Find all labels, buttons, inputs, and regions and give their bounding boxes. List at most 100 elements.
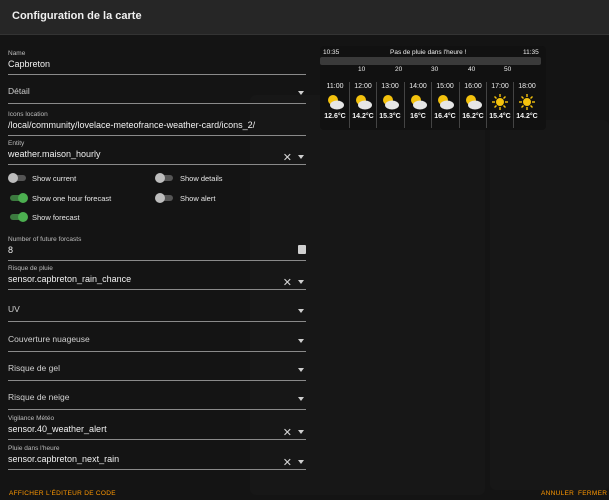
entity-value[interactable]: weather.maison_hourly bbox=[8, 149, 306, 160]
vigilance-field[interactable]: Vigilance Météo sensor.40_weather_alert … bbox=[8, 415, 306, 440]
chevron-down-icon[interactable] bbox=[298, 430, 304, 434]
vigilance-underline bbox=[8, 439, 306, 440]
name-field[interactable]: Name Capbreton bbox=[8, 50, 306, 75]
vigilance-label: Vigilance Météo bbox=[8, 415, 55, 422]
vigilance-value[interactable]: sensor.40_weather_alert bbox=[8, 424, 306, 435]
show-current-toggle[interactable] bbox=[8, 173, 28, 183]
minute-tick: 20 bbox=[395, 66, 403, 73]
forecast-time: 11:00 bbox=[326, 83, 344, 90]
frost-risk-placeholder: Risque de gel bbox=[8, 363, 60, 373]
card-config-dialog: Configuration de la carte Name Capbreton… bbox=[0, 0, 609, 500]
icons-location-label: Icons location bbox=[8, 111, 48, 118]
clear-icon[interactable]: ✕ bbox=[283, 458, 292, 469]
show-forecast-toggle[interactable] bbox=[8, 212, 28, 222]
sun-cloud-icon bbox=[350, 93, 376, 111]
forecast-time: 16:00 bbox=[464, 83, 482, 90]
clear-icon[interactable]: ✕ bbox=[283, 153, 292, 164]
show-details-label: Show details bbox=[180, 174, 223, 183]
rain-hour-value[interactable]: sensor.capbreton_next_rain bbox=[8, 454, 306, 465]
sun-cloud-icon bbox=[432, 93, 458, 111]
icons-location-field[interactable]: Icons location /local/community/lovelace… bbox=[8, 111, 306, 136]
forecast-item: 14:00 16°C bbox=[405, 83, 431, 120]
snow-risk-underline bbox=[8, 409, 306, 410]
forecast-item: 13:00 15.3°C bbox=[377, 83, 403, 120]
chevron-down-icon[interactable] bbox=[298, 155, 304, 159]
forecast-temp: 14.2°C bbox=[516, 113, 538, 120]
forecast-temp: 16°C bbox=[410, 113, 426, 120]
rain-risk-field[interactable]: Risque de pluie sensor.capbreton_rain_ch… bbox=[8, 265, 306, 290]
forecast-item: 17:00 15.4°C bbox=[487, 83, 513, 120]
minute-tick: 50 bbox=[504, 66, 512, 73]
frost-risk-select[interactable]: Risque de gel bbox=[8, 363, 306, 381]
forecast-time: 14:00 bbox=[409, 83, 427, 90]
rain-risk-value[interactable]: sensor.capbreton_rain_chance bbox=[8, 274, 306, 285]
close-button[interactable]: FERMER bbox=[578, 490, 607, 497]
uv-select[interactable]: UV bbox=[8, 304, 306, 322]
detail-placeholder: Détail bbox=[8, 86, 30, 96]
icons-location-value[interactable]: /local/community/lovelace-meteofrance-we… bbox=[8, 120, 306, 131]
cancel-button[interactable]: ANNULER bbox=[541, 490, 574, 497]
chevron-down-icon[interactable] bbox=[298, 397, 304, 401]
rain-hour-underline bbox=[8, 469, 306, 470]
sun-cloud-icon bbox=[460, 93, 486, 111]
entity-label: Entity bbox=[8, 140, 25, 147]
show-code-editor-button[interactable]: AFFICHER L'ÉDITEUR DE CODE bbox=[9, 490, 116, 497]
chevron-down-icon[interactable] bbox=[298, 368, 304, 372]
rain-start-time: 10:35 bbox=[323, 49, 340, 56]
forecast-temp: 15.4°C bbox=[489, 113, 511, 120]
minute-tick: 30 bbox=[431, 66, 439, 73]
detail-select[interactable]: Détail bbox=[8, 86, 306, 104]
name-value[interactable]: Capbreton bbox=[8, 59, 306, 70]
minute-tick: 10 bbox=[358, 66, 366, 73]
future-forecasts-label: Number of future forcasts bbox=[8, 236, 82, 243]
show-forecast-label: Show forecast bbox=[32, 213, 80, 222]
future-forecasts-underline bbox=[8, 260, 306, 261]
forecast-temp: 12.6°C bbox=[324, 113, 346, 120]
sun-cloud-icon bbox=[322, 93, 348, 111]
frost-risk-underline bbox=[8, 380, 306, 381]
future-forecasts-value[interactable]: 8 bbox=[8, 245, 306, 256]
show-details-toggle[interactable] bbox=[155, 173, 175, 183]
sun-icon bbox=[514, 93, 540, 111]
cloud-cover-select[interactable]: Couverture nuageuse bbox=[8, 334, 306, 352]
forecast-time: 12:00 bbox=[354, 83, 372, 90]
chevron-down-icon[interactable] bbox=[298, 309, 304, 313]
entity-field[interactable]: Entity weather.maison_hourly ✕ bbox=[8, 140, 306, 165]
forecast-temp: 14.2°C bbox=[352, 113, 374, 120]
rain-hour-field[interactable]: Pluie dans l'heure sensor.capbreton_next… bbox=[8, 445, 306, 470]
chevron-down-icon[interactable] bbox=[298, 91, 304, 95]
show-alert-label: Show alert bbox=[180, 194, 216, 203]
chevron-down-icon[interactable] bbox=[298, 339, 304, 343]
rain-hour-label: Pluie dans l'heure bbox=[8, 445, 60, 452]
icons-location-underline bbox=[8, 135, 306, 136]
show-one-hour-forecast-toggle[interactable] bbox=[8, 193, 28, 203]
rain-risk-label: Risque de pluie bbox=[8, 265, 53, 272]
forecast-item: 11:00 12.6°C bbox=[322, 83, 348, 120]
cloud-cover-underline bbox=[8, 351, 306, 352]
dialog-title: Configuration de la carte bbox=[12, 10, 142, 22]
rain-bar bbox=[320, 57, 541, 65]
dialog-footer: AFFICHER L'ÉDITEUR DE CODE ANNULER FERME… bbox=[0, 486, 609, 500]
entity-underline bbox=[8, 164, 306, 165]
chevron-down-icon[interactable] bbox=[298, 460, 304, 464]
forecast-time: 17:00 bbox=[491, 83, 509, 90]
clear-icon[interactable]: ✕ bbox=[283, 278, 292, 289]
chevron-down-icon[interactable] bbox=[298, 280, 304, 284]
clear-icon[interactable]: ✕ bbox=[283, 428, 292, 439]
sun-icon bbox=[487, 93, 513, 111]
cloud-cover-placeholder: Couverture nuageuse bbox=[8, 334, 90, 344]
forecast-item: 16:00 16.2°C bbox=[460, 83, 486, 120]
snow-risk-select[interactable]: Risque de neige bbox=[8, 392, 306, 410]
forecast-time: 18:00 bbox=[518, 83, 536, 90]
number-stepper-icon[interactable] bbox=[298, 245, 306, 254]
forecast-item: 15:00 16.4°C bbox=[432, 83, 458, 120]
future-forecasts-field[interactable]: Number of future forcasts 8 bbox=[8, 236, 306, 261]
rain-risk-underline bbox=[8, 289, 306, 290]
forecast-time: 15:00 bbox=[436, 83, 454, 90]
show-alert-toggle[interactable] bbox=[155, 193, 175, 203]
minute-tick: 40 bbox=[468, 66, 476, 73]
card-config-form: Name Capbreton Détail Icons location /lo… bbox=[0, 34, 312, 484]
show-one-hour-forecast-label: Show one hour forecast bbox=[32, 194, 112, 203]
sun-cloud-icon bbox=[405, 93, 431, 111]
forecast-item: 18:00 14.2°C bbox=[514, 83, 540, 120]
